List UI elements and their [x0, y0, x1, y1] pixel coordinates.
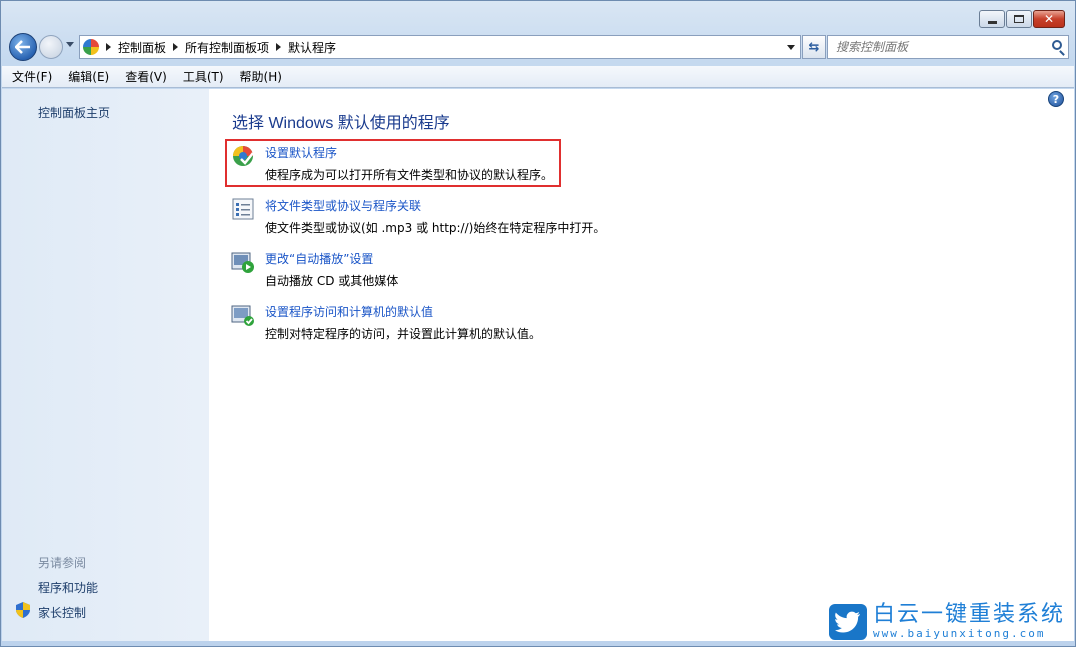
- autoplay-icon: [231, 252, 254, 273]
- menu-edit[interactable]: 编辑(E): [68, 68, 109, 85]
- breadcrumb-separator-icon[interactable]: [276, 43, 282, 51]
- search-input[interactable]: [828, 40, 1038, 54]
- file-association-desc: 使文件类型或协议(如 .mp3 或 http://)始终在特定程序中打开。: [265, 221, 606, 235]
- autoplay-link[interactable]: 更改“自动播放”设置: [265, 250, 373, 267]
- menu-help[interactable]: 帮助(H): [240, 68, 282, 85]
- task-file-association: 将文件类型或协议与程序关联 使文件类型或协议(如 .mp3 或 http://)…: [231, 197, 931, 237]
- breadcrumb-control-panel[interactable]: 控制面板: [118, 39, 166, 56]
- breadcrumb-separator-icon[interactable]: [106, 43, 111, 51]
- search-icon[interactable]: [1052, 40, 1062, 50]
- breadcrumb-default-programs[interactable]: 默认程序: [288, 39, 336, 56]
- main-content: ? 选择 Windows 默认使用的程序 设置默认程序 使程序成为可以打开所有文…: [209, 89, 1074, 641]
- file-association-link[interactable]: 将文件类型或协议与程序关联: [265, 197, 421, 214]
- forward-button[interactable]: [39, 35, 63, 59]
- back-arrow-icon: [15, 40, 30, 54]
- control-panel-icon: [83, 39, 99, 55]
- sidebar-parental-controls-link[interactable]: 家长控制: [38, 604, 86, 621]
- uac-shield-icon: [16, 602, 30, 618]
- set-default-programs-link[interactable]: 设置默认程序: [265, 144, 337, 161]
- close-icon: ✕: [1043, 12, 1055, 26]
- sidebar-home-link[interactable]: 控制面板主页: [38, 104, 110, 121]
- watermark-brand: 白云一键重装系统: [872, 602, 1065, 627]
- maximize-button[interactable]: [1006, 10, 1032, 28]
- minimize-icon: [987, 20, 997, 24]
- watermark-url: www.baiyunxitong.com: [872, 627, 1046, 640]
- breadcrumb-all-items[interactable]: 所有控制面板项: [185, 39, 269, 56]
- autoplay-desc: 自动播放 CD 或其他媒体: [265, 274, 399, 288]
- task-program-access: 设置程序访问和计算机的默认值 控制对特定程序的访问，并设置此计算机的默认值。: [231, 303, 931, 343]
- close-button[interactable]: ✕: [1033, 10, 1065, 28]
- menu-bar: 文件(F) 编辑(E) 查看(V) 工具(T) 帮助(H): [2, 66, 1074, 88]
- menu-view[interactable]: 查看(V): [125, 68, 167, 85]
- breadcrumb-separator-icon[interactable]: [173, 43, 179, 51]
- address-bar[interactable]: 控制面板 所有控制面板项 默认程序: [79, 35, 801, 59]
- maximize-icon: [1014, 15, 1024, 23]
- back-button[interactable]: [9, 33, 37, 61]
- see-also-label: 另请参阅: [38, 556, 87, 570]
- search-box[interactable]: [827, 35, 1069, 59]
- set-default-programs-desc: 使程序成为可以打开所有文件类型和协议的默认程序。: [265, 168, 554, 182]
- address-dropdown-icon[interactable]: [787, 45, 795, 50]
- program-access-desc: 控制对特定程序的访问，并设置此计算机的默认值。: [265, 327, 542, 341]
- program-access-link[interactable]: 设置程序访问和计算机的默认值: [265, 303, 433, 320]
- refresh-button[interactable]: ⇆: [802, 35, 826, 59]
- caption-buttons: ✕: [978, 10, 1065, 28]
- minimize-button[interactable]: [979, 10, 1005, 28]
- menu-file[interactable]: 文件(F): [12, 68, 52, 85]
- task-autoplay: 更改“自动播放”设置 自动播放 CD 或其他媒体: [231, 250, 931, 290]
- help-icon[interactable]: ?: [1048, 91, 1064, 107]
- page-title: 选择 Windows 默认使用的程序: [232, 115, 450, 132]
- program-access-icon: [231, 305, 254, 326]
- sidebar-programs-features-link[interactable]: 程序和功能: [38, 579, 98, 596]
- history-dropdown-icon[interactable]: [66, 42, 74, 47]
- file-association-icon: [232, 198, 254, 220]
- menu-tools[interactable]: 工具(T): [183, 68, 224, 85]
- watermark: 白云一键重装系统 www.baiyunxitong.com: [828, 602, 1065, 640]
- task-set-default-programs: 设置默认程序 使程序成为可以打开所有文件类型和协议的默认程序。: [231, 144, 931, 184]
- default-programs-icon: [233, 146, 254, 166]
- window-frame: ✕ 控制面板 所有控制面板项 默认程序 ⇆ 文件(F) 编辑(E) 查看(V) …: [0, 0, 1076, 647]
- refresh-icon: ⇆: [808, 39, 820, 55]
- sidebar: 控制面板主页 另请参阅 程序和功能 家长控制: [2, 89, 209, 641]
- twitter-bird-icon: [828, 603, 867, 640]
- navigation-bar: 控制面板 所有控制面板项 默认程序 ⇆: [9, 33, 1069, 61]
